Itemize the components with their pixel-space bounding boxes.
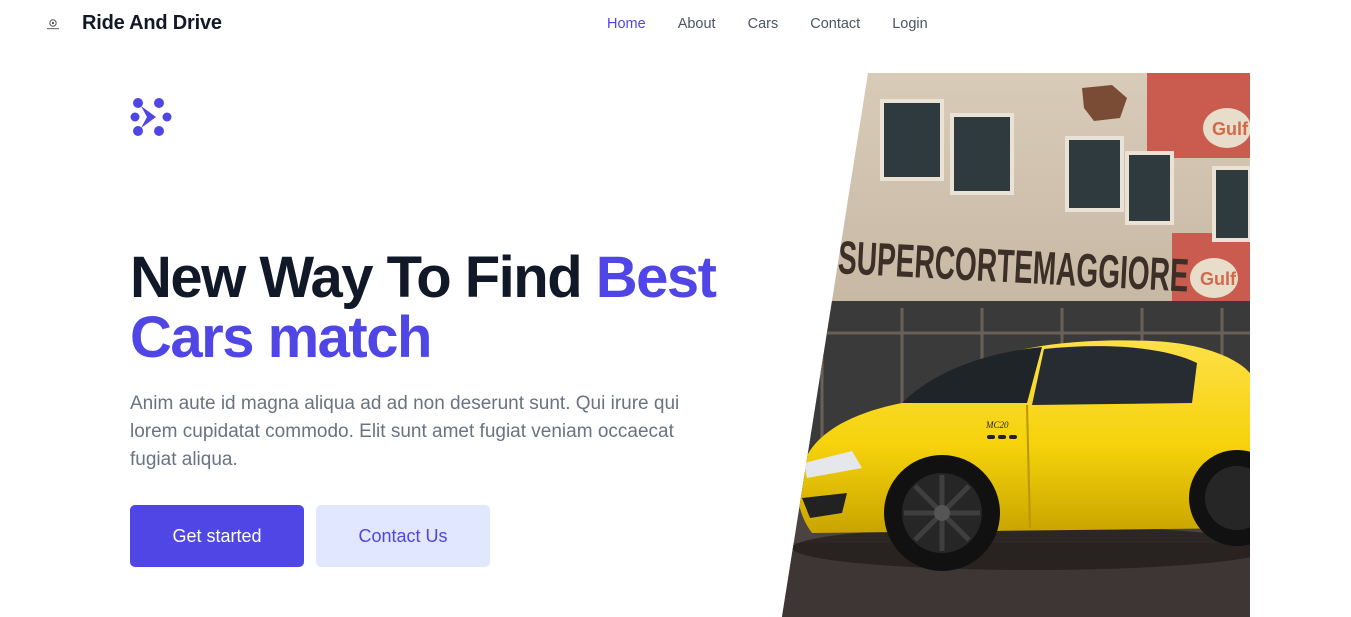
sign-badge-text-2: Gulf [1200, 269, 1237, 289]
nav-link-cars[interactable]: Cars [748, 16, 779, 32]
hero-image: Gulf Gulf SUPERCORTEMAGGIORE MC20 [782, 73, 1250, 617]
headline-text: New Way To Find [130, 245, 596, 310]
brand-logo-icon [44, 15, 62, 33]
navbar: Ride And Drive Home About Cars Contact L… [0, 0, 1351, 50]
contact-us-button[interactable]: Contact Us [316, 505, 490, 567]
car-badge-text: MC20 [985, 420, 1009, 430]
nav-link-contact[interactable]: Contact [810, 16, 860, 32]
sign-badge-text: Gulf [1212, 119, 1249, 139]
molecule-icon [130, 97, 172, 137]
hero-description: Anim aute id magna aliqua ad ad non dese… [130, 393, 680, 470]
nav-link-home[interactable]: Home [607, 16, 646, 32]
nav-link-login[interactable]: Login [892, 16, 927, 32]
brand-name: Ride And Drive [82, 12, 222, 34]
nav-links: Home About Cars Contact Login [607, 16, 960, 32]
nav-link-about[interactable]: About [678, 16, 716, 32]
get-started-button[interactable]: Get started [130, 505, 304, 567]
brand-link[interactable]: Ride And Drive [44, 12, 222, 35]
hero-headline: New Way To Find Best Cars match [130, 248, 780, 368]
